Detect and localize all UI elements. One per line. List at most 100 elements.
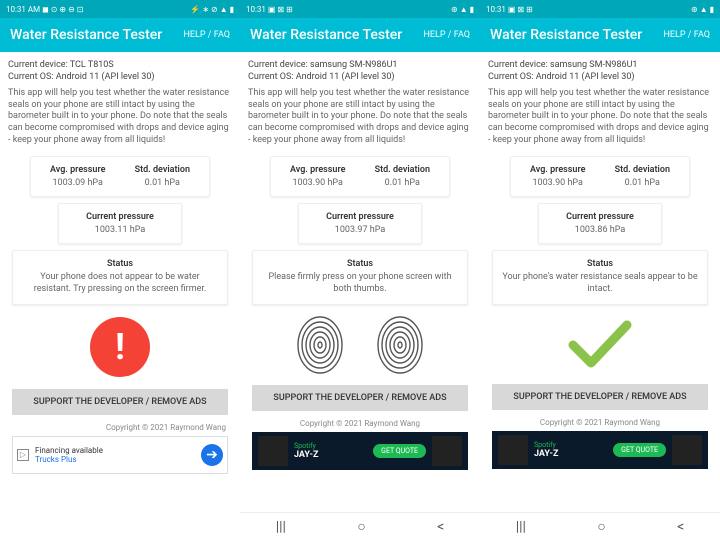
- home-button[interactable]: ○: [597, 518, 605, 535]
- status-text: Your phone's water resistance seals appe…: [501, 272, 698, 295]
- ad-thumb: [258, 436, 288, 466]
- pressure-card: Avg. pressure 1003.90 hPa Std. deviation 0…: [270, 156, 449, 197]
- status-text: Your phone does not appear to be water r…: [21, 272, 218, 295]
- std-label: Std. deviation: [364, 165, 441, 175]
- main-content: Current device: samsung SM-N986U1 Curren…: [240, 52, 480, 512]
- ad-banner[interactable]: ▷ Financing availableTrucks Plus ➔: [12, 436, 228, 474]
- avg-label: Avg. pressure: [279, 165, 356, 175]
- app-title: Water Resistance Tester: [10, 27, 162, 43]
- status-text: Please firmly press on your phone screen…: [261, 272, 458, 295]
- description: This app will help you test whether the …: [248, 88, 472, 146]
- fingerprint-row: [248, 315, 472, 375]
- status-card: Status Please firmly press on your phone…: [252, 250, 467, 304]
- cur-label: Current pressure: [67, 212, 172, 222]
- clock: 10:31: [246, 5, 266, 14]
- help-link[interactable]: HELP / FAQ: [184, 30, 230, 40]
- home-button[interactable]: ○: [357, 518, 365, 535]
- notification-icons: ▣ ⊠ ⊞: [268, 5, 293, 14]
- ad-arrow-icon[interactable]: ➔: [201, 444, 223, 466]
- device-label: Current device: samsung SM-N986U1: [488, 60, 712, 70]
- ad-banner[interactable]: SpotifyJAY-Z GET QUOTE: [492, 431, 708, 469]
- description: This app will help you test whether the …: [488, 88, 712, 146]
- ad-thumb: [498, 435, 528, 465]
- std-value: 0.01 hPa: [364, 178, 441, 188]
- ad-name: JAY-Z: [534, 449, 607, 459]
- current-card: Current pressure 1003.86 hPa: [538, 203, 661, 244]
- screen-2: 10:31 ▣ ⊠ ⊞ ⊛ ▲ ▮ Water Resistance Teste…: [240, 0, 480, 540]
- std-label: Std. deviation: [604, 165, 681, 175]
- system-icons: ⊛ ▲ ▮: [691, 5, 714, 14]
- copyright: Copyright © 2021 Raymond Wang: [14, 423, 226, 432]
- notification-icons: ◼ ⊙ ⊕ ⊖ ⊡: [42, 5, 83, 14]
- screen-3: 10:31 ▣ ⊠ ⊞ ⊛ ▲ ▮ Water Resistance Teste…: [480, 0, 720, 540]
- pressure-card: Avg. pressure 1003.90 hPa Std. deviation 0…: [510, 156, 689, 197]
- system-icons: ⚡ ∗ ⊘ ▲ ▮: [190, 5, 234, 14]
- avg-label: Avg. pressure: [39, 165, 116, 175]
- cur-label: Current pressure: [307, 212, 412, 222]
- status-bar: 10:31 AM◼ ⊙ ⊕ ⊖ ⊡ ⚡ ∗ ⊘ ▲ ▮: [0, 0, 240, 18]
- avg-value: 1003.90 hPa: [279, 178, 356, 188]
- avg-value: 1003.90 hPa: [519, 178, 596, 188]
- std-label: Std. deviation: [124, 165, 201, 175]
- avg-label: Avg. pressure: [519, 165, 596, 175]
- status-label: Status: [501, 259, 698, 269]
- cur-value: 1003.11 hPa: [67, 225, 172, 235]
- copyright: Copyright © 2021 Raymond Wang: [254, 419, 466, 428]
- status-card: Status Your phone does not appear to be …: [12, 250, 227, 304]
- main-content: Current device: TCL T810S Current OS: An…: [0, 52, 240, 540]
- clock: 10:31: [486, 5, 506, 14]
- app-bar: Water Resistance Tester HELP / FAQ: [480, 18, 720, 52]
- current-card: Current pressure 1003.11 hPa: [58, 203, 181, 244]
- app-bar: Water Resistance Tester HELP / FAQ: [240, 18, 480, 52]
- pressure-card: Avg. pressure 1003.09 hPa Std. deviation 0…: [30, 156, 209, 197]
- status-label: Status: [21, 259, 218, 269]
- notification-icons: ▣ ⊠ ⊞: [508, 5, 533, 14]
- recents-button[interactable]: |||: [516, 519, 526, 535]
- main-content: Current device: samsung SM-N986U1 Curren…: [480, 52, 720, 512]
- ad-brand: Spotify: [294, 442, 367, 450]
- fingerprint-icon: [375, 315, 425, 375]
- os-label: Current OS: Android 11 (API level 30): [8, 72, 232, 82]
- description: This app will help you test whether the …: [8, 88, 232, 146]
- support-button[interactable]: SUPPORT THE DEVELOPER / REMOVE ADS: [492, 384, 708, 410]
- device-label: Current device: samsung SM-N986U1: [248, 60, 472, 70]
- ad-thumb: [672, 435, 702, 465]
- ad-cta-button[interactable]: GET QUOTE: [373, 444, 426, 458]
- nav-bar: ||| ○ <: [480, 512, 720, 540]
- help-link[interactable]: HELP / FAQ: [664, 30, 710, 40]
- current-card: Current pressure 1003.97 hPa: [298, 203, 421, 244]
- app-title: Water Resistance Tester: [490, 27, 642, 43]
- fingerprint-icon: [295, 315, 345, 375]
- std-value: 0.01 hPa: [604, 178, 681, 188]
- avg-value: 1003.09 hPa: [39, 178, 116, 188]
- back-button[interactable]: <: [677, 519, 684, 535]
- support-button[interactable]: SUPPORT THE DEVELOPER / REMOVE ADS: [252, 385, 468, 411]
- ad-name: JAY-Z: [294, 450, 367, 460]
- device-label: Current device: TCL T810S: [8, 60, 232, 70]
- status-label: Status: [261, 259, 458, 269]
- nav-bar: ||| ○ <: [240, 512, 480, 540]
- system-icons: ⊛ ▲ ▮: [451, 5, 474, 14]
- os-label: Current OS: Android 11 (API level 30): [488, 72, 712, 82]
- support-button[interactable]: SUPPORT THE DEVELOPER / REMOVE ADS: [12, 389, 228, 415]
- alert-icon: !: [90, 317, 150, 377]
- cur-value: 1003.97 hPa: [307, 225, 412, 235]
- std-value: 0.01 hPa: [124, 178, 201, 188]
- app-bar: Water Resistance Tester HELP / FAQ: [0, 18, 240, 52]
- app-title: Water Resistance Tester: [250, 27, 402, 43]
- screen-1: 10:31 AM◼ ⊙ ⊕ ⊖ ⊡ ⚡ ∗ ⊘ ▲ ▮ Water Resist…: [0, 0, 240, 540]
- status-bar: 10:31 ▣ ⊠ ⊞ ⊛ ▲ ▮: [240, 0, 480, 18]
- back-button[interactable]: <: [437, 519, 444, 535]
- os-label: Current OS: Android 11 (API level 30): [248, 72, 472, 82]
- ad-cta-button[interactable]: GET QUOTE: [613, 443, 666, 457]
- status-bar: 10:31 ▣ ⊠ ⊞ ⊛ ▲ ▮: [480, 0, 720, 18]
- cur-value: 1003.86 hPa: [547, 225, 652, 235]
- checkmark-icon: [565, 317, 635, 372]
- help-link[interactable]: HELP / FAQ: [424, 30, 470, 40]
- ad-banner[interactable]: SpotifyJAY-Z GET QUOTE: [252, 432, 468, 470]
- recents-button[interactable]: |||: [276, 519, 286, 535]
- ad-line2: Trucks Plus: [35, 455, 195, 464]
- ad-line1: Financing available: [35, 446, 195, 455]
- clock: 10:31 AM: [6, 5, 40, 14]
- copyright: Copyright © 2021 Raymond Wang: [494, 418, 706, 427]
